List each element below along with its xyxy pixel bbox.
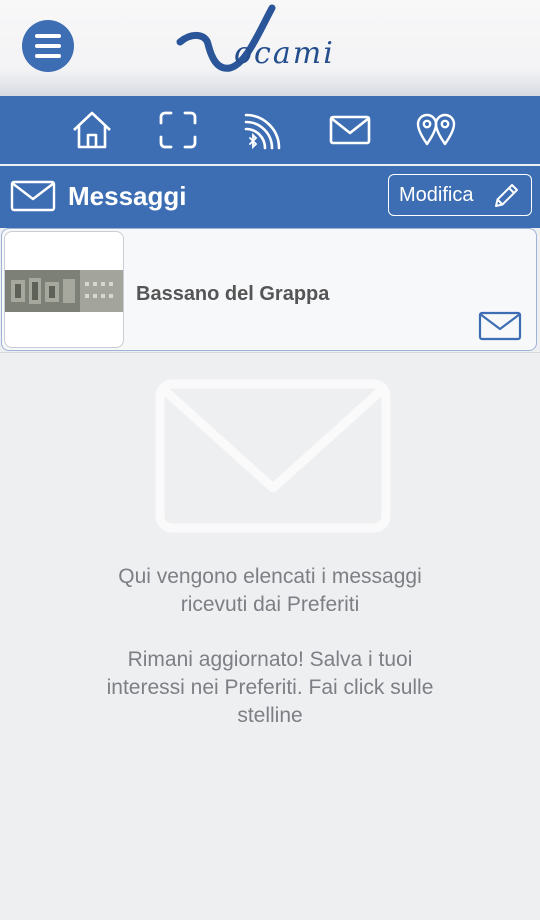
scan-icon	[159, 111, 197, 149]
mail-icon	[329, 115, 371, 145]
empty-state-line: Qui vengono elencati i messaggi	[118, 565, 422, 588]
menu-bar-line	[35, 34, 61, 38]
empty-mail-icon	[155, 379, 391, 533]
menu-bar-line	[35, 54, 61, 58]
nav-scan-button[interactable]	[156, 108, 200, 152]
edit-button-label: Modifica	[399, 183, 474, 206]
page-title: Messaggi	[68, 181, 187, 211]
stone-relief-image	[5, 270, 123, 312]
mail-icon	[478, 311, 522, 341]
empty-state-line: ricevuti dai Preferiti	[180, 593, 360, 616]
nav-bar	[0, 96, 540, 164]
messages-header-bar: Messaggi Modifica	[0, 166, 540, 228]
menu-bar-line	[35, 44, 61, 48]
mail-icon	[10, 180, 56, 212]
empty-state-line: Rimani aggiornato! Salva i tuoi	[127, 648, 413, 671]
message-list-item[interactable]: Bassano del Grappa	[1, 228, 537, 351]
nav-places-button[interactable]	[414, 108, 458, 152]
logo-text: ocami	[234, 36, 335, 71]
empty-state-hint: Rimani aggiornato! Salva i tuoi interess…	[40, 646, 500, 730]
app-header: ocami	[0, 0, 540, 96]
empty-state-line: interessi nei Preferiti. Fai click sulle	[106, 676, 434, 699]
map-pins-icon	[416, 113, 456, 146]
empty-state-line: stelline	[237, 704, 303, 727]
home-icon	[73, 111, 111, 149]
empty-state-message: Qui vengono elencati i messaggi ricevuti…	[40, 563, 500, 619]
divider	[0, 352, 540, 353]
nav-messages-button[interactable]	[328, 108, 372, 152]
bluetooth-signal-icon	[244, 113, 281, 150]
message-thumbnail	[4, 231, 124, 348]
nav-home-button[interactable]	[70, 108, 114, 152]
edit-button[interactable]: Modifica	[388, 174, 532, 216]
pencil-icon	[495, 184, 518, 207]
nav-beacon-button[interactable]	[242, 108, 286, 152]
hamburger-menu-button[interactable]	[22, 20, 74, 72]
message-title: Bassano del Grappa	[136, 283, 330, 305]
